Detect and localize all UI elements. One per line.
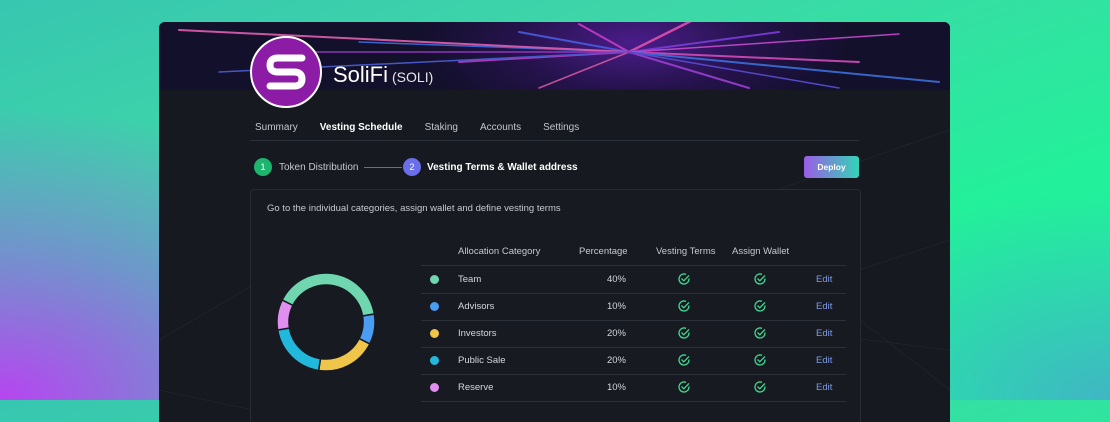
wizard-stepper: 1 Token Distribution 2 Vesting Terms & W… [254,158,578,177]
check-circle-icon [754,381,766,393]
vesting-panel: Go to the individual categories, assign … [250,189,861,422]
category-color-dot [430,383,439,392]
category-color-dot [430,275,439,284]
check-circle-icon [754,273,766,285]
deploy-button[interactable]: Deploy [804,156,859,178]
project-tabs: Summary Vesting Schedule Staking Account… [250,122,859,141]
col-allocation-category: Allocation Category [458,246,541,257]
col-vesting-terms: Vesting Terms [656,246,716,257]
category-color-dot [430,302,439,311]
step-2-label[interactable]: Vesting Terms & Wallet address [427,162,578,173]
check-circle-icon [678,381,690,393]
table-row: Advisors 10% Edit [421,293,846,321]
step-1-number[interactable]: 1 [254,158,272,176]
category-color-dot [430,329,439,338]
edit-link[interactable]: Edit [816,328,832,339]
check-circle-icon [754,300,766,312]
table-row: Reserve 10% Edit [421,374,846,402]
category-percentage: 20% [606,355,626,366]
project-ticker: (SOLI) [392,69,434,85]
step-2-number[interactable]: 2 [403,158,421,176]
tab-staking[interactable]: Staking [420,122,458,140]
category-percentage: 20% [606,328,626,339]
project-title: SoliFi (SOLI) [333,62,433,88]
donut-slice-investors [317,337,371,372]
edit-link[interactable]: Edit [816,382,832,393]
check-circle-icon [678,354,690,366]
tab-accounts[interactable]: Accounts [475,122,521,140]
project-name: SoliFi [333,62,389,87]
category-name: Team [458,274,482,285]
step-connector [364,167,402,168]
category-name: Advisors [458,301,495,312]
table-row: Investors 20% Edit [421,320,846,348]
table-row: Team 40% Edit [421,266,846,294]
check-circle-icon [678,327,690,339]
solifi-logo-icon [266,54,306,90]
edit-link[interactable]: Edit [816,301,832,312]
project-logo [250,36,322,108]
check-circle-icon [754,327,766,339]
category-color-dot [430,356,439,365]
col-percentage: Percentage [579,246,628,257]
edit-link[interactable]: Edit [816,355,832,366]
tab-summary[interactable]: Summary [250,122,298,140]
col-assign-wallet: Assign Wallet [732,246,790,257]
category-percentage: 40% [606,274,626,285]
category-percentage: 10% [606,301,626,312]
allocation-donut-chart [276,272,376,372]
category-name: Reserve [458,382,494,393]
category-name: Public Sale [458,355,506,366]
donut-slice-reserve [276,299,294,331]
tab-settings[interactable]: Settings [538,122,579,140]
donut-slice-public-sale [276,327,322,372]
instruction-text: Go to the individual categories, assign … [267,203,561,214]
tab-vesting-schedule[interactable]: Vesting Schedule [315,122,403,140]
category-percentage: 10% [606,382,626,393]
app-window: SoliFi (SOLI) Summary Vesting Schedule St… [159,22,950,422]
check-circle-icon [754,354,766,366]
step-1-label[interactable]: Token Distribution [279,162,358,173]
table-header: Allocation Category Percentage Vesting T… [421,246,846,266]
edit-link[interactable]: Edit [816,274,832,285]
table-row: Public Sale 20% Edit [421,347,846,375]
donut-slice-team [281,272,376,317]
category-name: Investors [458,328,497,339]
check-circle-icon [678,300,690,312]
check-circle-icon [678,273,690,285]
